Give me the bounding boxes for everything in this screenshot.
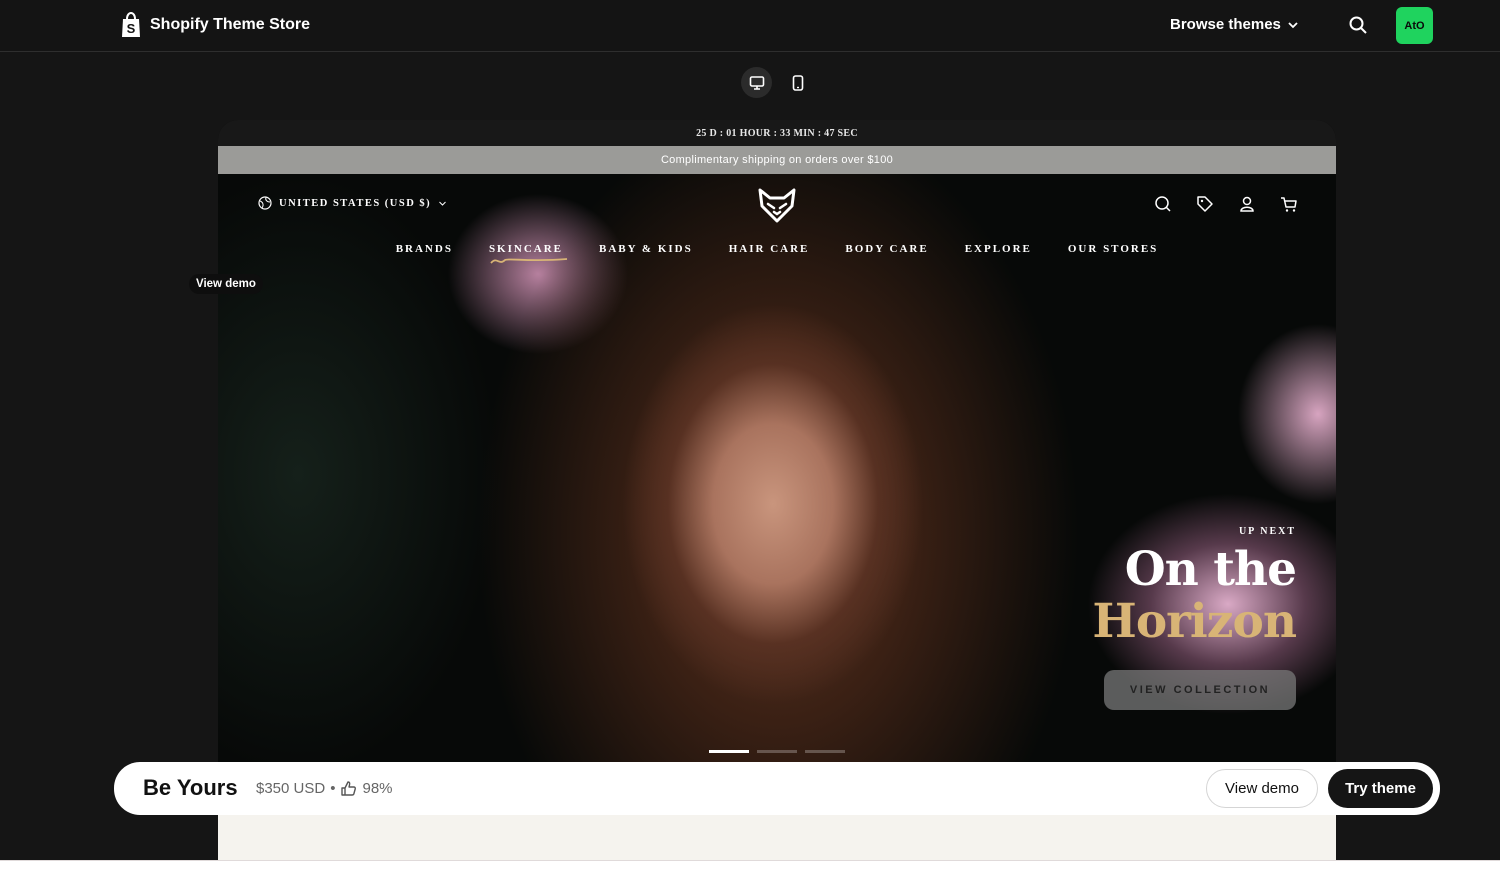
theme-info-bar: Be Yours $350 USD • 98% View demo Try th… xyxy=(114,762,1440,815)
nav-hair-care[interactable]: HAIR CARE xyxy=(729,243,810,255)
theme-rating: 98% xyxy=(362,780,393,797)
mobile-preview-button[interactable] xyxy=(782,67,813,98)
try-theme-button[interactable]: Try theme xyxy=(1328,769,1433,808)
shopify-theme-store-logo[interactable]: S Shopify Theme Store xyxy=(120,12,310,38)
browse-themes-menu[interactable]: Browse themes xyxy=(1170,16,1299,33)
device-preview-toggle xyxy=(741,67,813,98)
tag-icon[interactable] xyxy=(1195,194,1215,214)
slide-indicator-2[interactable] xyxy=(757,750,797,753)
user-avatar[interactable]: AtO xyxy=(1396,7,1433,44)
cart-icon[interactable] xyxy=(1279,194,1299,214)
nav-brands[interactable]: BRANDS xyxy=(396,243,453,255)
globe-icon xyxy=(258,196,272,210)
region-selector[interactable]: UNITED STATES (USD $) xyxy=(258,196,447,210)
store-navigation: BRANDS SKINCARE BABY & KIDS HAIR CARE BO… xyxy=(218,243,1336,264)
store-search-icon[interactable] xyxy=(1153,194,1173,214)
store-header: UNITED STATES (USD $) BRANDS SKINCARE BA xyxy=(218,174,1336,284)
desktop-preview-button[interactable] xyxy=(741,67,772,98)
shopify-bag-icon: S xyxy=(122,12,140,37)
browse-themes-label: Browse themes xyxy=(1170,16,1281,33)
theme-price: $350 USD xyxy=(256,780,326,797)
countdown-bar: 25 D : 01 HOUR : 33 MIN : 47 SEC xyxy=(218,120,1336,146)
store-header-icons xyxy=(1153,194,1299,214)
nav-skincare-label: SKINCARE xyxy=(488,243,564,255)
page-footer-strip xyxy=(0,860,1500,882)
svg-text:S: S xyxy=(127,21,136,36)
desktop-icon xyxy=(749,75,764,90)
nav-baby-kids[interactable]: BABY & KIDS xyxy=(599,243,693,255)
view-collection-button[interactable]: VIEW COLLECTION xyxy=(1104,670,1296,710)
slide-indicator-3[interactable] xyxy=(805,750,845,753)
top-navigation-bar: S Shopify Theme Store Browse themes AtO xyxy=(0,0,1500,52)
hero-headline-line1: On the xyxy=(1124,542,1297,597)
theme-price-rating: $350 USD • 98% xyxy=(256,780,393,797)
region-label: UNITED STATES (USD $) xyxy=(279,197,432,209)
view-demo-button[interactable]: View demo xyxy=(1206,769,1318,808)
active-underline-squiggle xyxy=(490,258,568,264)
nav-skincare[interactable]: SKINCARE xyxy=(488,243,568,264)
chevron-down-icon xyxy=(1288,21,1298,28)
search-icon[interactable] xyxy=(1348,15,1368,35)
view-demo-tooltip: View demo xyxy=(189,274,263,294)
thumbs-up-icon xyxy=(341,781,357,796)
theme-preview-frame[interactable]: 25 D : 01 HOUR : 33 MIN : 47 SEC Complim… xyxy=(218,120,1336,862)
hero-banner: UNITED STATES (USD $) BRANDS SKINCARE BA xyxy=(218,174,1336,762)
chevron-down-icon xyxy=(439,201,447,206)
nav-our-stores[interactable]: OUR STORES xyxy=(1068,243,1158,255)
app-title: Shopify Theme Store xyxy=(150,16,311,33)
up-next-label: UP NEXT xyxy=(1238,526,1296,537)
separator-dot: • xyxy=(330,780,336,797)
slideshow-indicators xyxy=(709,750,845,753)
account-icon[interactable] xyxy=(1237,194,1257,214)
slide-indicator-1[interactable] xyxy=(709,750,749,753)
hero-headline-line2: Horizon xyxy=(1092,594,1297,649)
fox-logo-icon[interactable] xyxy=(756,184,798,226)
shipping-announcement: Complimentary shipping on orders over $1… xyxy=(218,146,1336,174)
nav-explore[interactable]: EXPLORE xyxy=(965,243,1032,255)
nav-body-care[interactable]: BODY CARE xyxy=(845,243,928,255)
theme-name: Be Yours xyxy=(143,775,238,800)
mobile-icon xyxy=(792,74,803,91)
